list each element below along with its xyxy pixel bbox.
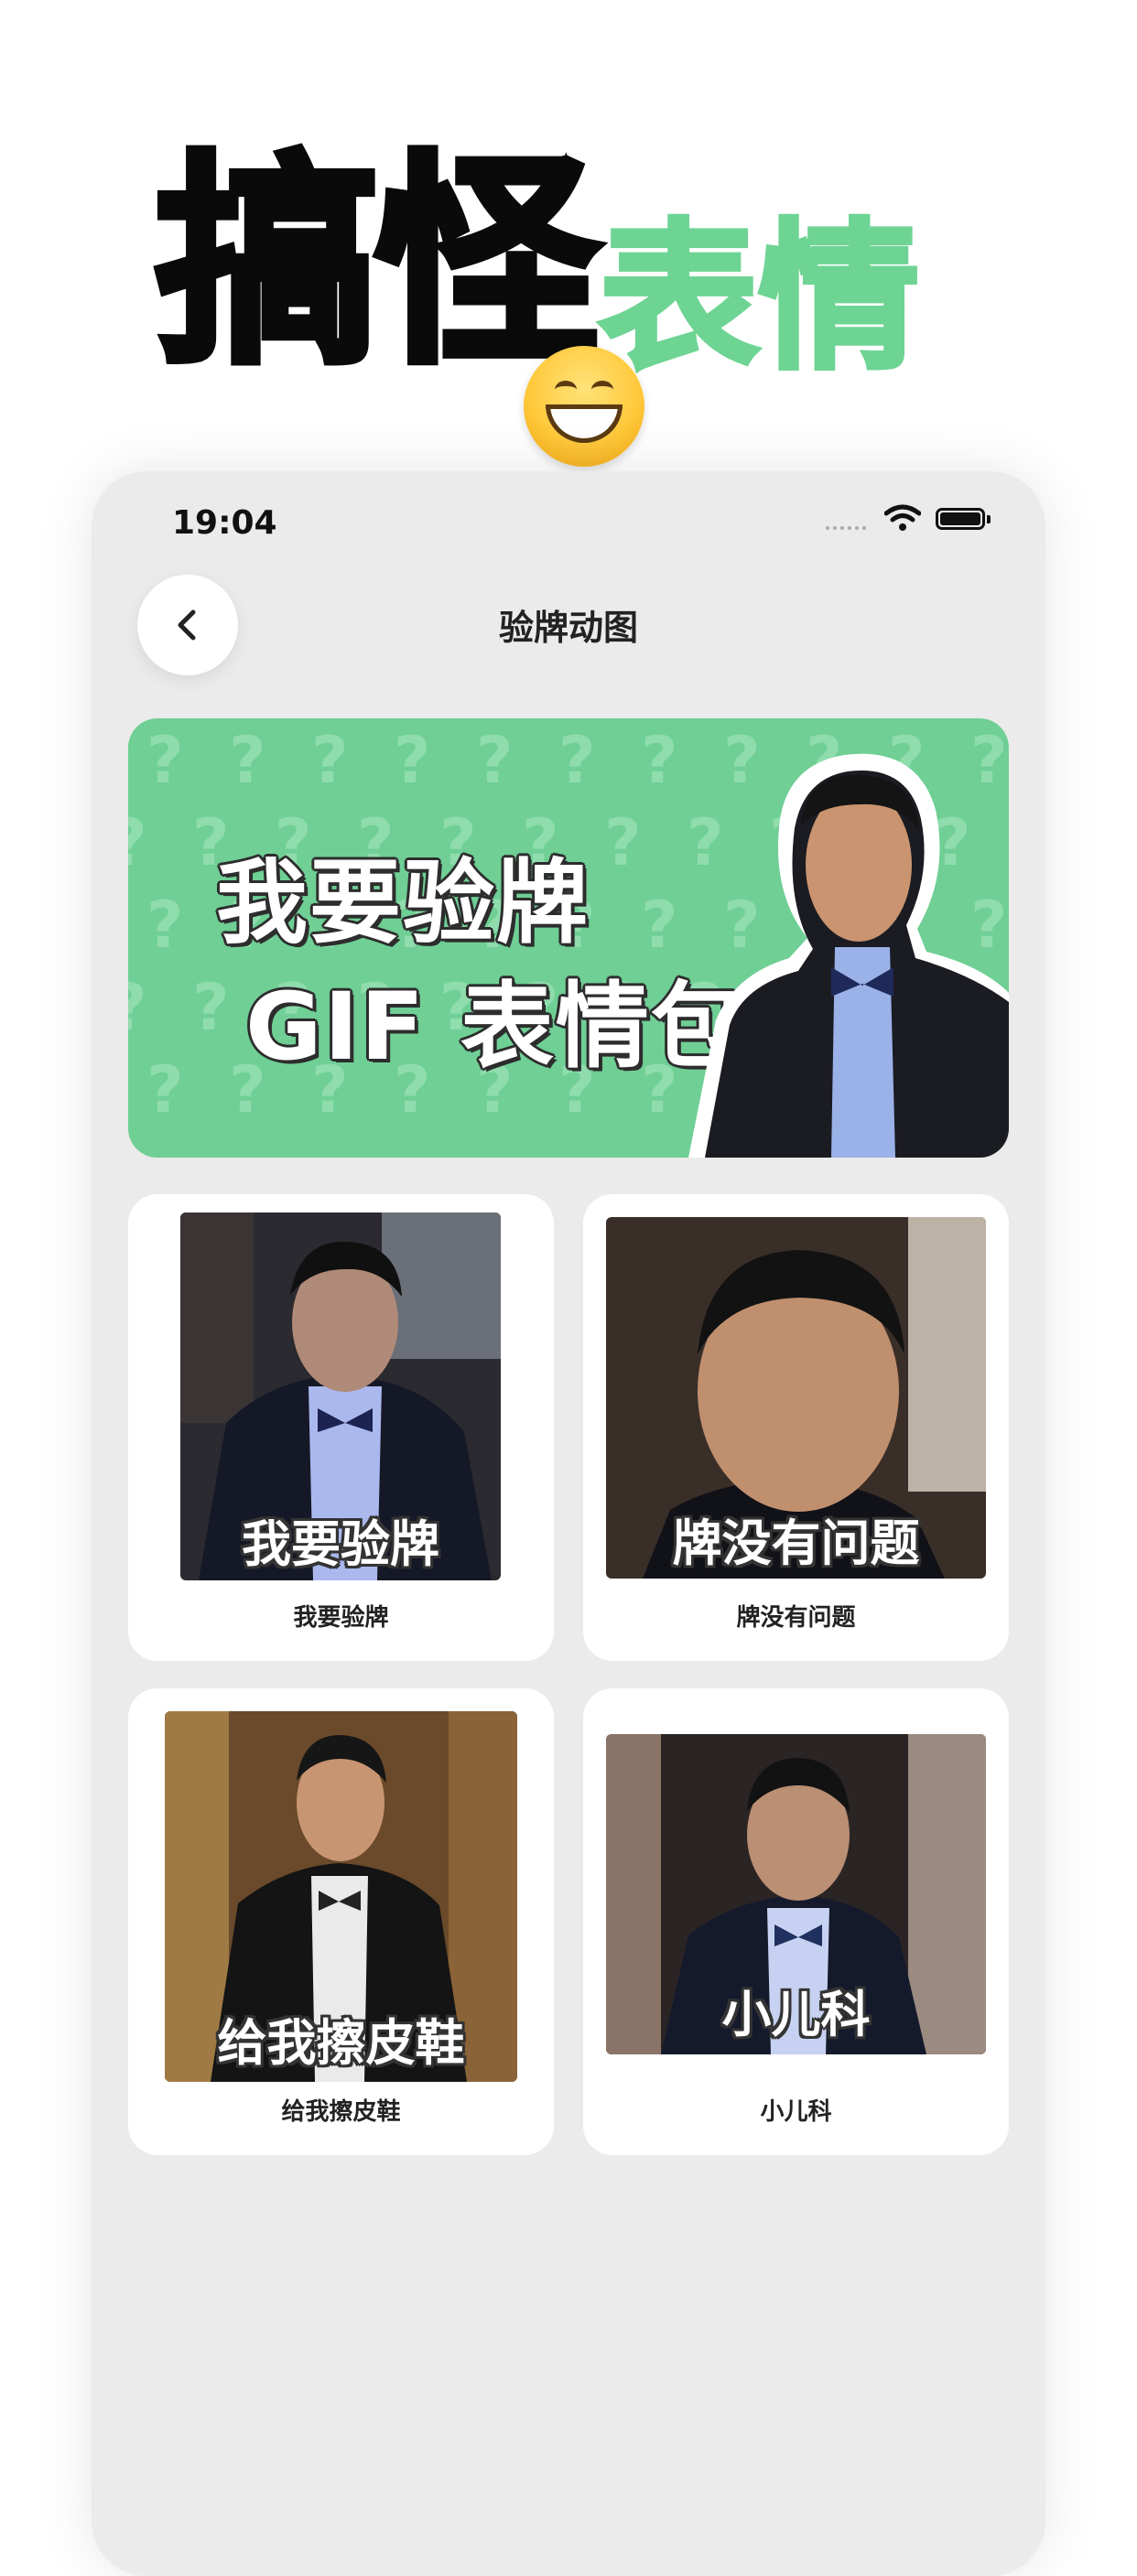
sticker-caption: 我要验牌 [242,1515,439,1573]
grinning-face-icon [524,346,644,467]
sticker-caption: 给我擦皮鞋 [217,2014,465,2072]
status-time: 19:04 [172,504,277,542]
sticker-image: 小儿科 [606,1734,986,2054]
sticker-label: 我要验牌 [293,1604,389,1632]
battery-cap [987,515,991,523]
promo-title-green: 表情 [597,206,922,392]
banner-character-image [688,753,1009,1158]
sticker-card[interactable]: 牌没有问题 牌没有问题 [583,1194,1009,1661]
hero-banner[interactable]: ??????????? ??????????? ??????????? ????… [128,718,1009,1158]
sticker-label: 牌没有问题 [736,1604,856,1632]
sticker-caption: 牌没有问题 [672,1514,920,1572]
promo-title-black: 搞怪 [152,133,602,393]
banner-title: 我要验牌 [216,849,590,956]
sticker-image: 给我擦皮鞋 [165,1711,517,2082]
promo-title: 搞怪 表情 [152,133,922,393]
sticker-image: 牌没有问题 [606,1217,986,1579]
sticker-card[interactable]: 小儿科 小儿科 [583,1688,1009,2155]
page-title: 验牌动图 [498,608,638,648]
sticker-card[interactable]: 给我擦皮鞋 给我擦皮鞋 [128,1688,554,2155]
sticker-label: 给我擦皮鞋 [281,2098,401,2126]
status-bar: 19:04 [92,471,1045,572]
phone-screen: 19:04 验牌动图 ??????????? ??????????? ?????… [92,471,1045,2576]
sticker-image: 我要验牌 [180,1213,501,1580]
sticker-caption: 小儿科 [721,1986,871,2043]
sticker-label: 小儿科 [760,2098,832,2126]
signal-icon [826,526,866,535]
wifi-icon [884,504,921,531]
sticker-card[interactable]: 我要验牌 我要验牌 [128,1194,554,1661]
battery-icon [936,508,985,530]
